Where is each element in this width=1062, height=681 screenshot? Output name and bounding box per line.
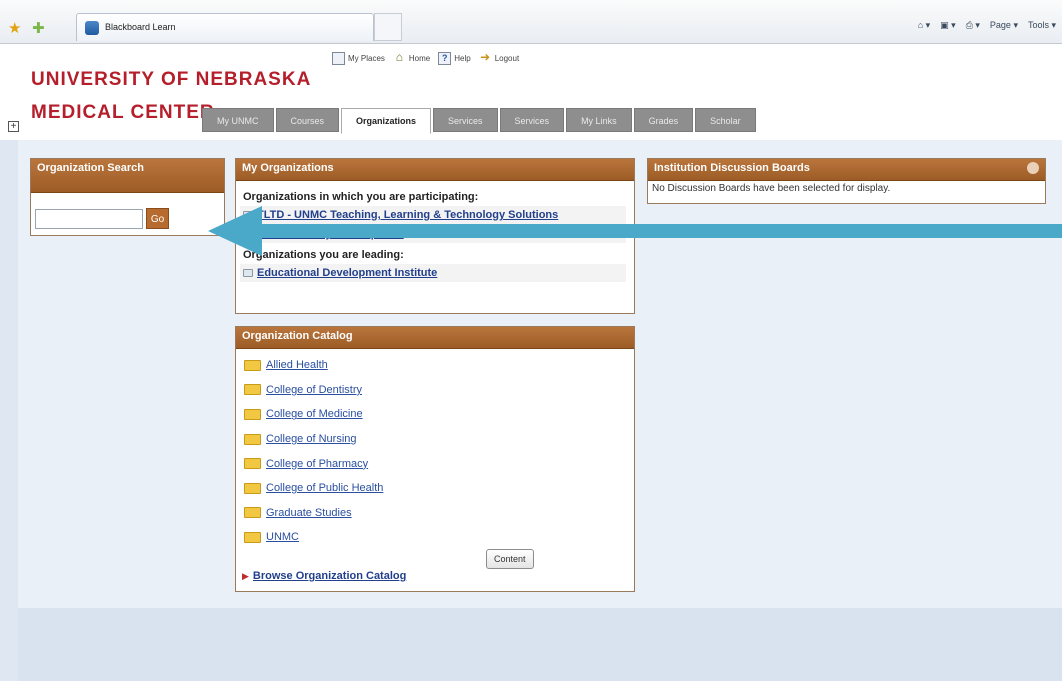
- catalog-link[interactable]: College of Dentistry: [266, 384, 362, 396]
- organization-icon: [243, 230, 253, 238]
- browser-command-bar: ⌂ ▾ ▣ ▾ ⎙ ▾ Page ▾ Tools ▾: [918, 20, 1056, 31]
- module-title: Organization Catalog: [236, 327, 634, 349]
- organization-link[interactable]: TLTD - UNMC Teaching, Learning & Technol…: [257, 209, 558, 221]
- feeds-command-icon[interactable]: ▣ ▾: [940, 20, 956, 31]
- my-organizations-module: My Organizations Organizations in which …: [235, 158, 635, 314]
- logo-line-2: MEDICAL CENTER: [31, 102, 215, 123]
- tab-my-links[interactable]: My Links: [566, 108, 632, 132]
- page-menu[interactable]: Page ▾: [990, 20, 1018, 31]
- module-title-text: Institution Discussion Boards: [654, 162, 810, 174]
- catalog-link[interactable]: College of Medicine: [266, 408, 363, 420]
- list-item: TLTD - UNMC Teaching, Learning & Technol…: [240, 206, 626, 224]
- help-icon: ?: [438, 52, 452, 65]
- browser-tab[interactable]: Blackboard Learn: [76, 13, 374, 41]
- folder-icon: [244, 433, 261, 445]
- browse-row: ▶ Browse Organization Catalog: [242, 570, 406, 582]
- organization-icon: [243, 211, 253, 219]
- add-favorites-icon[interactable]: ✚: [32, 19, 45, 37]
- organization-search-input[interactable]: [35, 209, 143, 229]
- tab-services-2[interactable]: Services: [499, 108, 565, 132]
- browser-toolbar: ★ ✚ Blackboard Learn ⌂ ▾ ▣ ▾ ⎙ ▾ Page ▾ …: [0, 0, 1062, 44]
- list-item: College of Public Health: [240, 476, 630, 501]
- module-options-icon[interactable]: [1027, 162, 1039, 174]
- folder-icon: [244, 458, 261, 470]
- catalog-link[interactable]: UNMC: [266, 531, 299, 543]
- tab-scholar[interactable]: Scholar: [695, 108, 756, 132]
- folder-icon: [244, 482, 261, 494]
- logout-icon: ➜: [480, 50, 491, 64]
- top-links: My Places ⌂ Home ? Help ➜ Logout: [332, 50, 519, 65]
- folder-icon: [244, 507, 261, 519]
- list-item: UNMC Faculty Development: [240, 225, 626, 243]
- tools-menu[interactable]: Tools ▾: [1028, 20, 1056, 31]
- list-item: UNMC: [240, 525, 630, 550]
- tab-services-1[interactable]: Services: [433, 108, 498, 132]
- discussion-empty-message: No Discussion Boards have been selected …: [652, 183, 891, 194]
- list-item: Graduate Studies: [240, 501, 630, 526]
- list-item: College of Medicine: [240, 402, 630, 427]
- browse-catalog-link[interactable]: Browse Organization Catalog: [253, 570, 406, 582]
- catalog-link[interactable]: College of Nursing: [266, 433, 357, 445]
- page-header: UNIVERSITY OF NEBRASKA MEDICAL CENTER + …: [0, 44, 1062, 140]
- home-link[interactable]: ⌂ Home: [393, 50, 430, 65]
- organization-icon: [243, 269, 253, 277]
- tab-organizations[interactable]: Organizations: [341, 108, 432, 134]
- home-command-icon[interactable]: ⌂ ▾: [918, 20, 930, 31]
- go-button[interactable]: Go: [146, 208, 169, 229]
- folder-icon: [244, 531, 261, 543]
- list-item: Educational Development Institute: [240, 264, 626, 282]
- print-command-icon[interactable]: ⎙ ▾: [966, 20, 980, 31]
- new-tab-button[interactable]: [374, 13, 402, 41]
- organization-catalog-module: Organization Catalog Allied Health Colle…: [235, 326, 635, 592]
- tab-my-unmc[interactable]: My UNMC: [202, 108, 274, 132]
- module-title: Organization Search: [31, 159, 224, 193]
- help-link[interactable]: ? Help: [438, 52, 471, 65]
- list-item: College of Pharmacy: [240, 451, 630, 476]
- organization-search-module: Organization Search Go: [30, 158, 225, 236]
- tab-grades[interactable]: Grades: [633, 108, 694, 132]
- module-title: Institution Discussion Boards: [648, 159, 1045, 181]
- blackboard-tab-icon: [85, 21, 99, 35]
- my-places-icon: [332, 52, 345, 65]
- tab-courses[interactable]: Courses: [275, 108, 340, 132]
- folder-icon: [244, 384, 261, 396]
- module-title: My Organizations: [236, 159, 634, 181]
- favorites-star-icon[interactable]: ★: [8, 19, 21, 37]
- discussion-boards-module: Institution Discussion Boards No Discuss…: [647, 158, 1046, 204]
- browser-tab-title: Blackboard Learn: [105, 22, 176, 32]
- folder-icon: [244, 408, 261, 420]
- logout-link[interactable]: ➜ Logout: [479, 50, 519, 65]
- leading-label: Organizations you are leading:: [243, 249, 404, 261]
- content-footer-band: [18, 608, 1062, 681]
- list-item: College of Nursing: [240, 427, 630, 452]
- list-item: Allied Health: [240, 353, 630, 378]
- participating-label: Organizations in which you are participa…: [243, 191, 479, 203]
- catalog-link[interactable]: College of Public Health: [266, 482, 383, 494]
- expand-icon[interactable]: +: [8, 121, 19, 132]
- list-item: College of Dentistry: [240, 378, 630, 403]
- my-places-link[interactable]: My Places: [332, 52, 385, 65]
- content-button[interactable]: Content: [486, 549, 534, 569]
- catalog-link[interactable]: Allied Health: [266, 359, 328, 371]
- folder-icon: [244, 359, 261, 371]
- catalog-link[interactable]: College of Pharmacy: [266, 458, 368, 470]
- organization-link[interactable]: UNMC Faculty Development: [257, 228, 404, 240]
- logo-line-1: UNIVERSITY OF NEBRASKA: [31, 69, 312, 90]
- bullet-arrow-icon: ▶: [242, 570, 249, 581]
- catalog-link[interactable]: Graduate Studies: [266, 507, 352, 519]
- main-tabs: My UNMC Courses Organizations Services S…: [202, 108, 756, 134]
- organization-link[interactable]: Educational Development Institute: [257, 267, 437, 279]
- home-icon: ⌂: [395, 50, 404, 64]
